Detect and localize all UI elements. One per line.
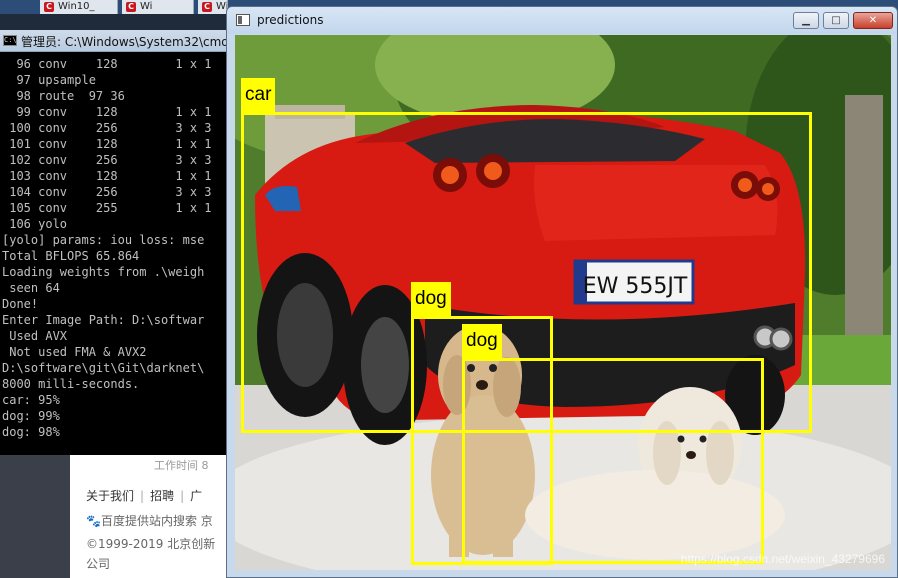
predictions-title: predictions (257, 13, 324, 27)
browser-tab[interactable]: C Win10 (198, 0, 228, 14)
cmd-line: 97 upsample (2, 73, 96, 87)
detection-box-dog (462, 358, 764, 564)
predictions-window[interactable]: predictions ▁ □ ✕ EW 555JT car dog dog h… (226, 6, 898, 578)
cmd-line: Used AVX (2, 329, 68, 343)
cmd-icon: C:\ (3, 35, 17, 46)
side-panel (0, 455, 70, 578)
cmd-line: Done! (2, 297, 39, 311)
cmd-line: D:\software\git\Git\darknet\ (2, 361, 205, 375)
detection-label-dog: dog (462, 324, 502, 358)
maximize-button[interactable]: □ (823, 12, 849, 29)
site-search-text: 🐾百度提供站内搜索 京 (86, 514, 213, 528)
cmd-line: car: 95% (2, 393, 60, 407)
window-icon (236, 14, 250, 26)
cmd-line: dog: 99% (2, 409, 60, 423)
predictions-titlebar[interactable]: predictions ▁ □ ✕ (227, 7, 897, 34)
ad-link[interactable]: 广 (190, 489, 202, 503)
paw-icon: 🐾 (86, 514, 101, 528)
cmd-titlebar[interactable]: C:\ 管理员: C:\Windows\System32\cmd. (0, 30, 233, 52)
cmd-line: 106 yolo (2, 217, 68, 231)
cmd-line: dog: 98% (2, 425, 60, 439)
watermark-text: https://blog.csdn.net/weixin_43279696 (680, 552, 885, 566)
cmd-line: 104 conv 256 3 x 3 (2, 185, 212, 199)
copyright-text: ©1999-2019 北京创新 (86, 537, 216, 551)
browser-tab[interactable]: C Wi (122, 0, 194, 14)
cmd-line: 98 route 97 36 (2, 89, 125, 103)
close-button[interactable]: ✕ (853, 12, 893, 29)
recruit-link[interactable]: 招聘 (150, 489, 174, 503)
cmd-line: 103 conv 128 1 x 1 (2, 169, 212, 183)
cmd-line: 8000 milli-seconds. (2, 377, 140, 391)
work-hours-text: 工作时间 8 (154, 459, 209, 472)
cmd-line: seen 64 (2, 281, 60, 295)
detection-label-dog: dog (411, 282, 451, 316)
cmd-line: 105 conv 255 1 x 1 (2, 201, 212, 215)
cmd-line: Enter Image Path: D:\softwar (2, 313, 205, 327)
csdn-icon: C (126, 2, 136, 12)
csdn-icon: C (202, 2, 212, 12)
cmd-window[interactable]: C:\ 管理员: C:\Windows\System32\cmd. 96 con… (0, 30, 233, 455)
cmd-line: Loading weights from .\weigh (2, 265, 205, 279)
cmd-title: 管理员: C:\Windows\System32\cmd. (21, 35, 233, 49)
minimize-button[interactable]: ▁ (793, 12, 819, 29)
cmd-line: 102 conv 256 3 x 3 (2, 153, 212, 167)
cmd-line: Not used FMA & AVX2 (2, 345, 147, 359)
company-text: 公司 (86, 557, 111, 571)
background-webpage: 工作时间 8 关于我们 | 招聘 | 广 🐾百度提供站内搜索 京 ©1999-2019 … (70, 455, 240, 578)
browser-tab[interactable]: C Win10_ (40, 0, 118, 14)
footer-links: 关于我们 | 招聘 | 广 (86, 489, 203, 503)
cmd-line: Total BFLOPS 65.864 (2, 249, 140, 263)
desktop: C Win10_ C Wi C Win10 工作时间 8 关于我们|招聘|广 🐾… (0, 0, 898, 578)
cmd-line: 96 conv 128 1 x 1 (2, 57, 212, 71)
cmd-output[interactable]: 96 conv 128 1 x 1 97 upsample 98 route 9… (0, 56, 228, 452)
prediction-image: EW 555JT car dog dog https://blog.csdn.n… (235, 35, 891, 570)
about-link[interactable]: 关于我们 (86, 489, 134, 503)
detection-label-car: car (241, 78, 276, 112)
cmd-line: [yolo] params: iou loss: mse (2, 233, 205, 247)
cmd-line: 100 conv 256 3 x 3 (2, 121, 212, 135)
csdn-icon: C (44, 2, 54, 12)
cmd-line: 101 conv 128 1 x 1 (2, 137, 212, 151)
cmd-line: 99 conv 128 1 x 1 (2, 105, 212, 119)
